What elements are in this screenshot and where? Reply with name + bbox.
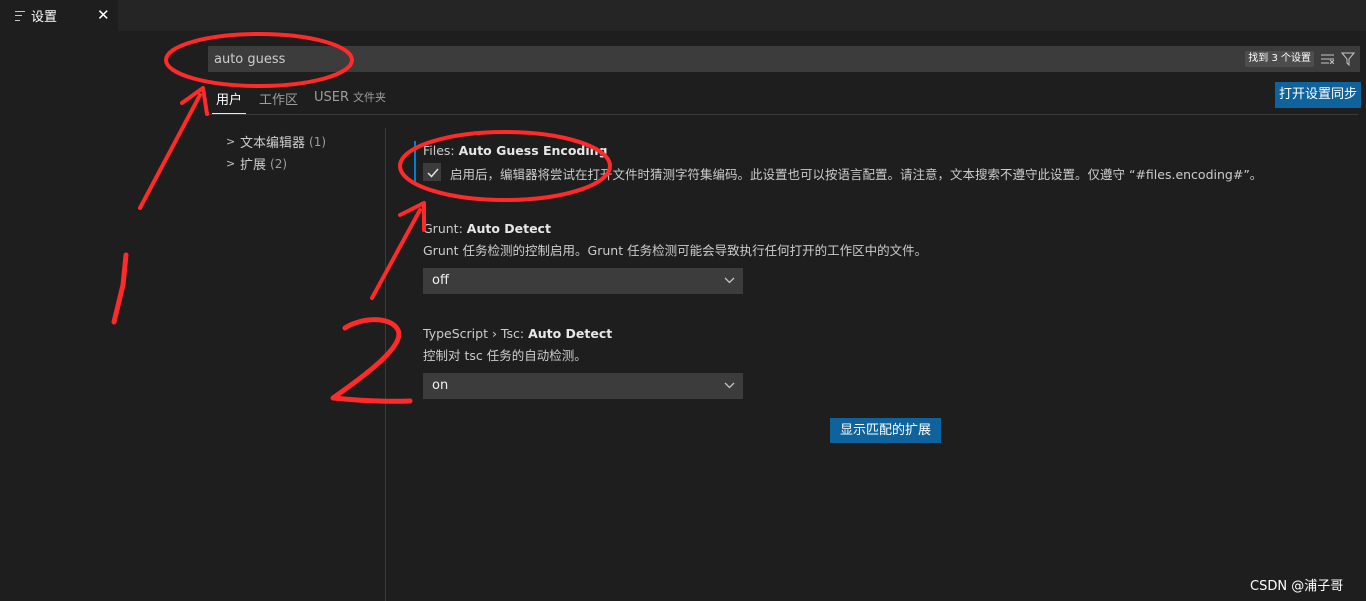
annotation-number-1 bbox=[111, 252, 129, 325]
toc-item-text-editor[interactable]: > 文本编辑器 (1) bbox=[226, 132, 327, 152]
close-icon[interactable]: ✕ bbox=[97, 6, 110, 24]
watermark: CSDN @浦子哥 bbox=[1250, 579, 1344, 594]
setting-grunt-auto-detect: Grunt: Auto Detect Grunt 任务检测的控制启用。Grunt… bbox=[423, 221, 927, 259]
chevron-right-icon: > bbox=[226, 135, 236, 148]
show-matching-extensions-button[interactable]: 显示匹配的扩展 bbox=[830, 418, 941, 443]
dropdown-value: on bbox=[432, 378, 449, 393]
auto-guess-encoding-checkbox[interactable] bbox=[423, 163, 441, 181]
tab-title: 设置 bbox=[31, 10, 58, 25]
annotation-number-2 bbox=[330, 317, 413, 404]
tsc-auto-detect-dropdown[interactable]: on bbox=[423, 373, 743, 399]
toc-item-extensions[interactable]: > 扩展 (2) bbox=[226, 154, 288, 174]
setting-title: TypeScript › Tsc: Auto Detect bbox=[423, 326, 613, 341]
toc-item-count: (1) bbox=[309, 134, 327, 149]
tab-folder-label: 文件夹 bbox=[353, 91, 387, 104]
chevron-right-icon: > bbox=[226, 157, 236, 170]
settings-search-box: 找到 3 个设置 bbox=[208, 46, 1360, 72]
search-result-count: 找到 3 个设置 bbox=[1245, 51, 1314, 67]
setting-files-auto-guess-encoding: Files: Auto Guess Encoding bbox=[423, 143, 608, 158]
settings-file-icon bbox=[15, 10, 25, 21]
setting-description: 控制对 tsc 任务的自动检测。 bbox=[423, 348, 587, 363]
search-input[interactable] bbox=[208, 46, 1228, 72]
tab-folder[interactable]: USER 文件夹 bbox=[314, 89, 386, 105]
setting-title: Grunt: Auto Detect bbox=[423, 221, 551, 236]
tab-user[interactable]: 用户 bbox=[211, 89, 247, 114]
tab-folder-name: USER bbox=[314, 90, 350, 105]
setting-description: Grunt 任务检测的控制启用。Grunt 任务检测可能会导致执行任何打开的工作… bbox=[423, 243, 928, 258]
focused-setting-indicator bbox=[414, 141, 416, 185]
annotation-arrow-2 bbox=[370, 201, 426, 300]
filter-icon[interactable] bbox=[1341, 52, 1355, 66]
tab-workspace[interactable]: 工作区 bbox=[259, 89, 298, 108]
chevron-down-icon bbox=[724, 277, 735, 284]
toc-item-label: 扩展 bbox=[240, 158, 267, 173]
turn-on-settings-sync-button[interactable]: 打开设置同步 bbox=[1275, 82, 1361, 108]
clear-filter-icon[interactable] bbox=[1321, 54, 1334, 64]
toc-item-label: 文本编辑器 bbox=[240, 136, 306, 151]
settings-scope-tabs: 用户 工作区 USER 文件夹 bbox=[208, 86, 1358, 115]
dropdown-value: off bbox=[432, 273, 449, 288]
setting-title: Files: Auto Guess Encoding bbox=[423, 143, 608, 158]
editor-tab-bar: 设置 ✕ bbox=[0, 0, 1366, 31]
checkmark-icon bbox=[427, 168, 439, 178]
chevron-down-icon bbox=[724, 382, 735, 389]
setting-typescript-tsc-auto-detect: TypeScript › Tsc: Auto Detect 控制对 tsc 任务… bbox=[423, 326, 612, 364]
setting-description: 启用后，编辑器将尝试在打开文件时猜测字符集编码。此设置也可以按语言配置。请注意，… bbox=[450, 167, 1263, 182]
toc-divider bbox=[385, 128, 386, 601]
toc-item-count: (2) bbox=[270, 156, 288, 171]
grunt-auto-detect-dropdown[interactable]: off bbox=[423, 268, 743, 294]
settings-tab[interactable]: 设置 ✕ bbox=[0, 0, 118, 31]
annotation-arrow-1 bbox=[138, 86, 209, 210]
